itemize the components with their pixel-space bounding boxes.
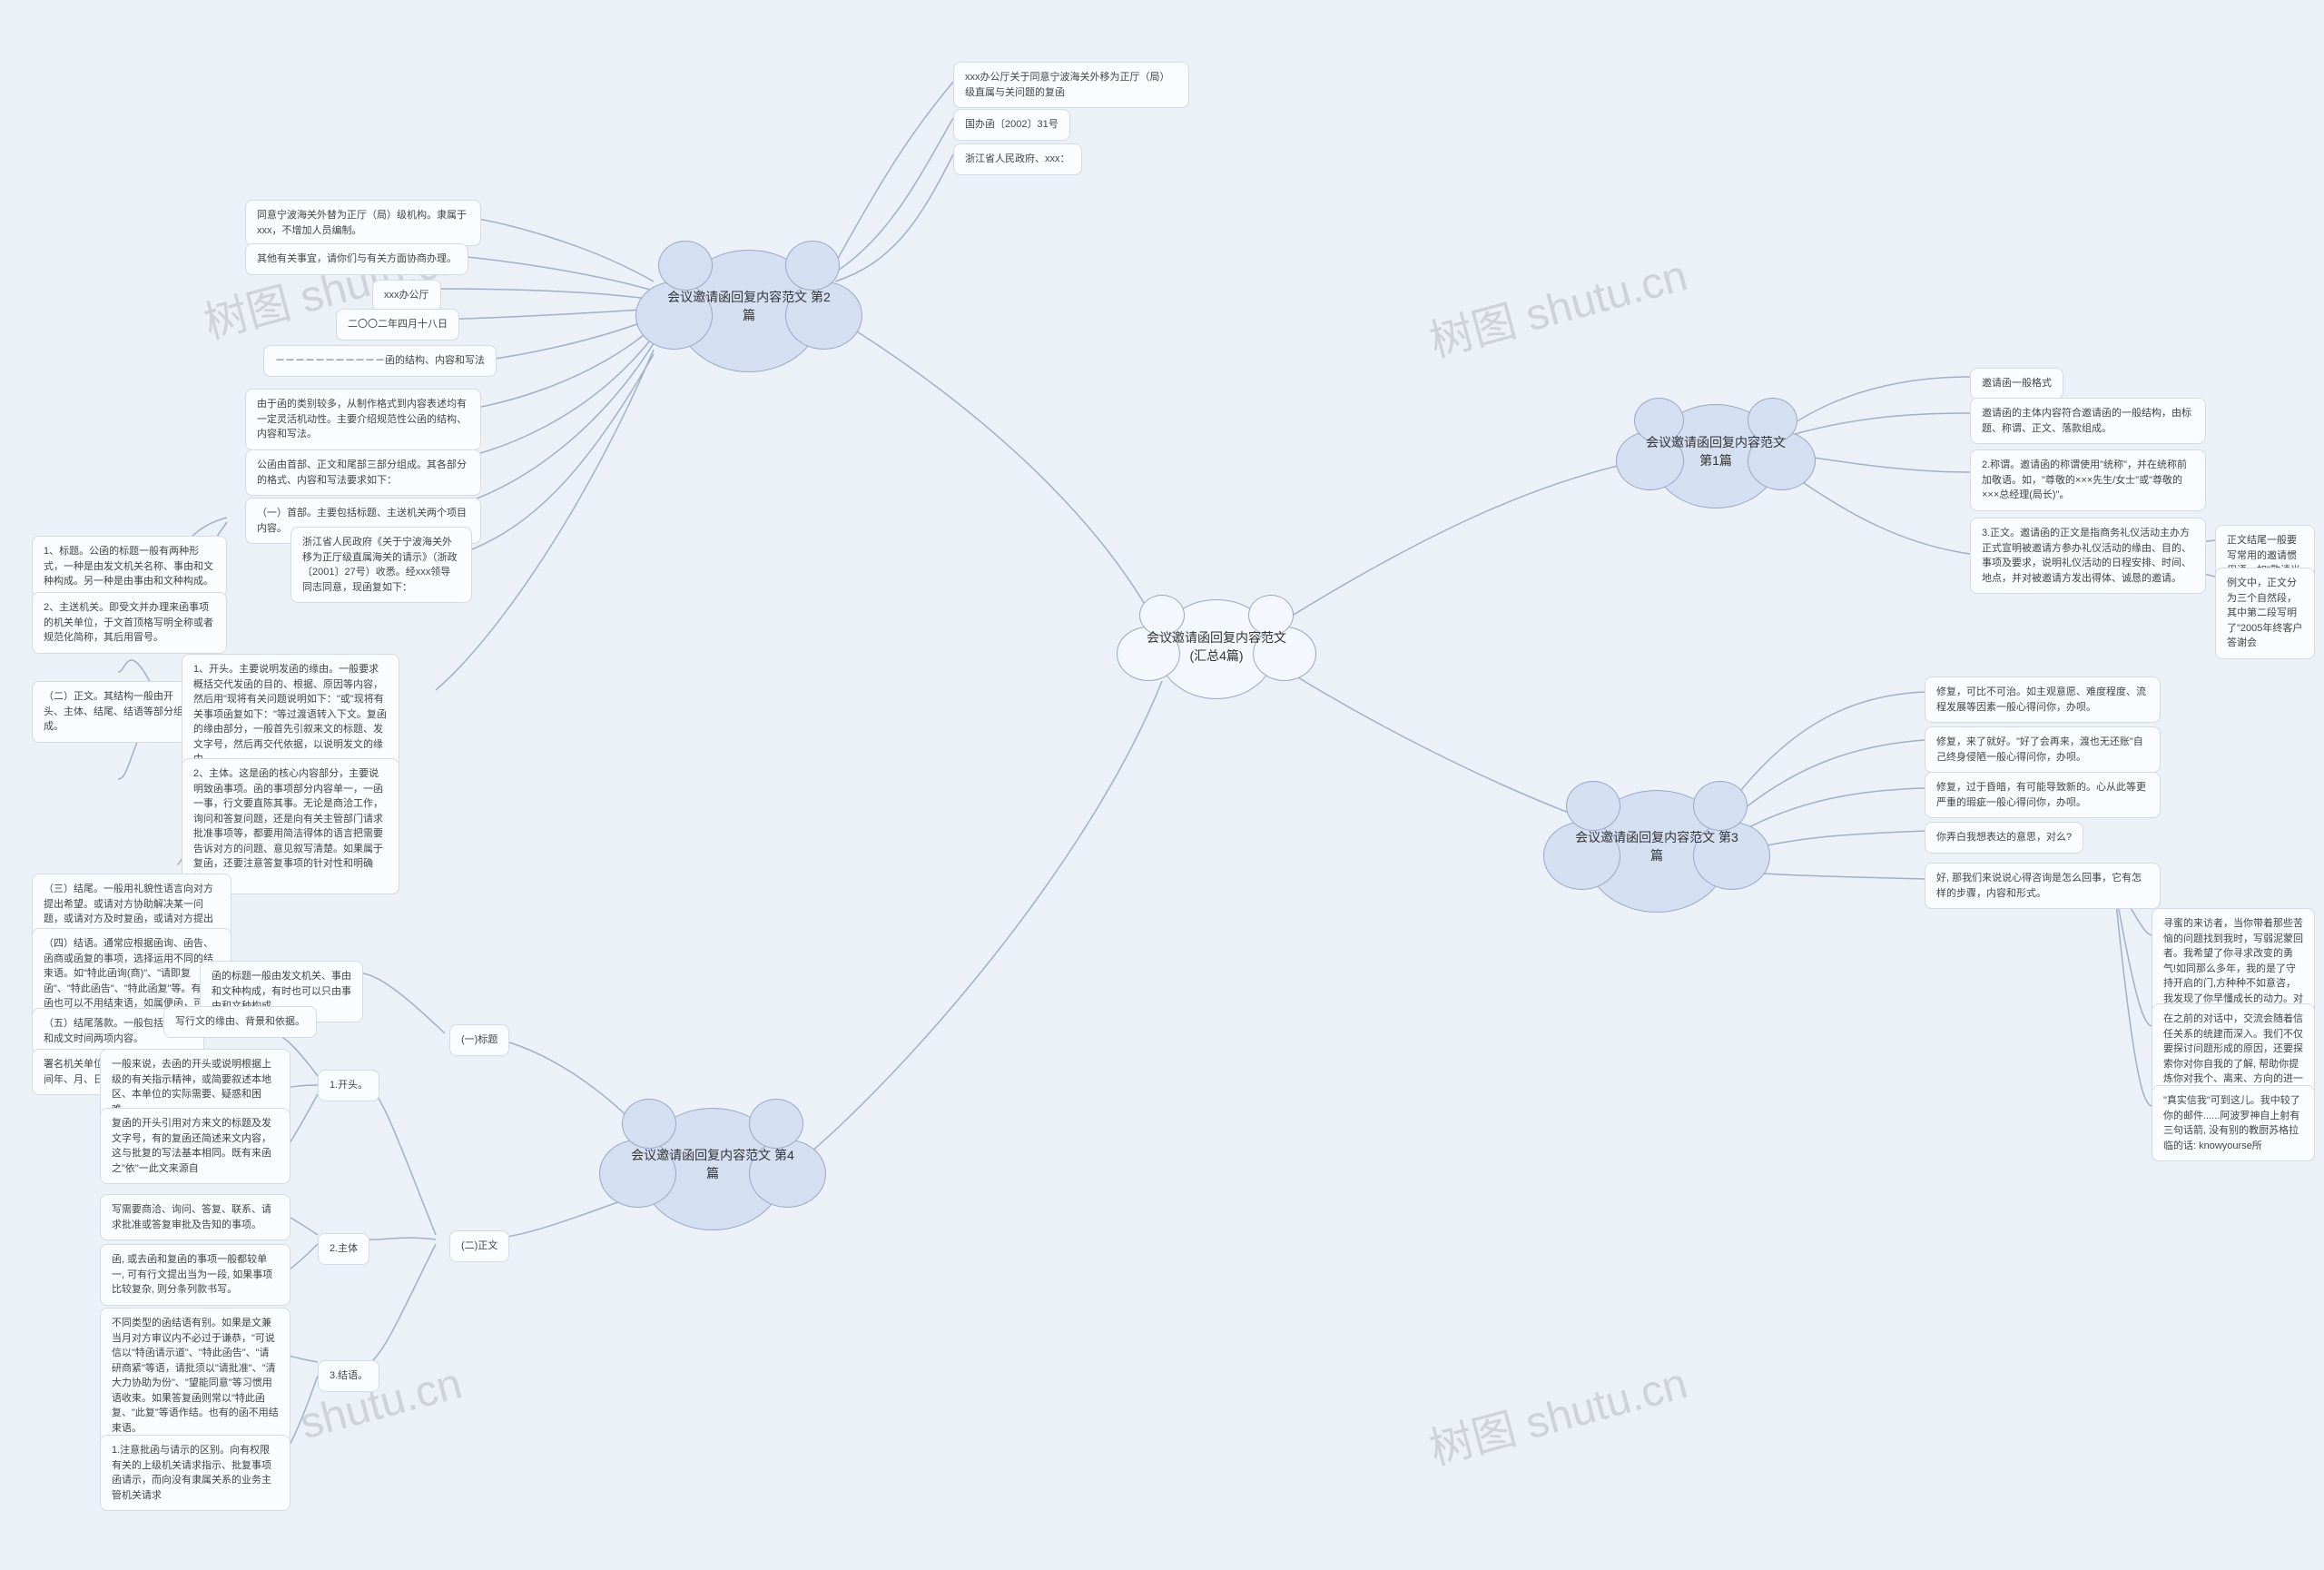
b4-s2-s2-n2: 函, 或去函和复函的事项一般都较单一, 可有行文提出当为一段, 如果事项比较复杂… [100,1244,290,1306]
b4-s2-s2-label: 2.主体 [318,1233,369,1265]
b4-s2-s2-n1: 写需要商洽、询问、答复、联系、请求批准或答复审批及告知的事项。 [100,1194,290,1240]
b4-s2-s1-n1: 写行文的缘由、背景和依据。 [163,1006,317,1038]
b4-s2-label: (二)正文 [449,1230,509,1262]
b2-l7: 公函由首部、正文和尾部三部分组成。其各部分的格式、内容和写法要求如下： [245,449,481,496]
b1-n4-2: 例文中，正文分为三个自然段，其中第二段写明了"2005年终客户答谢会 [2215,568,2315,659]
b2-n1: xxx办公厅关于同意宁波海关外移为正厅（局）级直属与关问题的复函 [953,62,1189,108]
b2-l8-2: 2、主送机关。即受文并办理来函事项的机关单位，于文首顶格写明全称或者规范化简称，… [32,592,227,654]
b2-l3: xxx办公厅 [372,280,441,311]
center-node: 会议邀请函回复内容范文(汇总4篇) [1117,581,1316,699]
b3-n2: 修复，来了就好。"好了会再来，渡也无还账"自己终身侵陋一般心得问你，办呗。 [1925,726,2161,773]
b2-l9-1: 1、开头。主要说明发函的缘由。一般要求概括交代发函的目的、根据、原因等内容，然后… [182,654,399,775]
b2-l8-1: 1、标题。公函的标题一般有两种形式，一种是由发文机关名称、事由和文种构成。另一种… [32,536,227,597]
b2-l5: －－－－－－－－－－－函的结构、内容和写法 [263,345,497,377]
b1-n1: 邀请函一般格式 [1970,368,2063,400]
b2-l6: 由于函的类别较多，从制作格式到内容表述均有一定灵活机动性。主要介绍规范性公函的结… [245,389,481,450]
branch1-title: 会议邀请函回复内容范文 第1篇 [1616,434,1816,469]
b4-s2-s1-label: 1.开头。 [318,1070,379,1101]
b1-n2: 邀请函的主体内容符合邀请函的一般结构，由标题、称谓、正文、落款组成。 [1970,398,2206,444]
b4-s2-s3-label: 3.结语。 [318,1360,379,1392]
branch3-node: 会议邀请函回复内容范文 第3篇 [1543,763,1770,917]
center-title: 会议邀请函回复内容范文(汇总4篇) [1117,629,1316,665]
watermark: 树图 shutu.cn [1422,1348,1693,1477]
b2-l4: 二〇〇二年四月十八日 [336,309,459,341]
b3-n4: 你弄白我想表达的意思，对么? [1925,822,2083,854]
b4-s2-s3-n1: 不同类型的函结语有别。如果是文兼当月对方审议内不必过于谦恭，"可说信以"特函请示… [100,1308,290,1444]
b2-bottom: 浙江省人民政府《关于宁波海关外移为正厅级直属海关的请示》（浙政〔2001〕27号… [290,527,472,603]
b4-s2-s3-n2: 1.注意批函与请示的区别。向有权限有关的上级机关请求指示、批复事项函请示，而向没… [100,1435,290,1511]
b4-s1-label: (一)标题 [449,1024,509,1056]
branch2-node: 会议邀请函回复内容范文 第2篇 [635,222,862,377]
branch4-title: 会议邀请函回复内容范文 第4篇 [599,1147,826,1182]
b2-l9: （二）正文。其结构一般由开头、主体、结尾、结语等部分组成。 [32,681,204,743]
b3-n5: 好, 那我们来说说心得咨询是怎么回事，它有怎样的步骤，内容和形式。 [1925,863,2161,909]
b3-n1: 修复，可比不可治。如主观意愿、难度程度、流程发展等因素一般心得问你，办呗。 [1925,676,2161,723]
branch4-node: 会议邀请函回复内容范文 第4篇 [599,1081,826,1235]
b4-s2-s1-n3: 复函的开头引用对方来文的标题及发文字号，有的复函还简述来文内容，这与批复的写法基… [100,1108,290,1184]
b1-n4: 3.正文。邀请函的正文是指商务礼仪活动主办方正式宣明被邀请方参办礼仪活动的缘由、… [1970,518,2206,594]
b2-l2: 其他有关事宜，请你们与有关方面协商办理。 [245,243,468,275]
watermark: 树图 shutu.cn [1422,240,1693,370]
branch3-title: 会议邀请函回复内容范文 第3篇 [1543,829,1770,864]
b1-n3: 2.称谓。邀请函的称谓使用"统称"，并在统称前加敬语。如，"尊敬的×××先生/女… [1970,449,2206,511]
b3-n3: 修复，过于昏暗，有可能导致新的。心从此等更严重的瑕疵一般心得问你，办呗。 [1925,772,2161,818]
b3-n5-3: "真实信我"可到这儿。我中较了你的邮件......阿波罗神自上射有三句话箭, 没… [2152,1085,2315,1161]
b2-l1: 同意宁波海关外替为正厅（局）级机构。隶属于xxx，不增加人员编制。 [245,200,481,246]
b2-n2: 国办函〔2002〕31号 [953,109,1070,141]
branch1-node: 会议邀请函回复内容范文 第1篇 [1616,381,1816,509]
branch2-title: 会议邀请函回复内容范文 第2篇 [635,289,862,324]
b2-n3: 浙江省人民政府、xxx： [953,143,1082,175]
